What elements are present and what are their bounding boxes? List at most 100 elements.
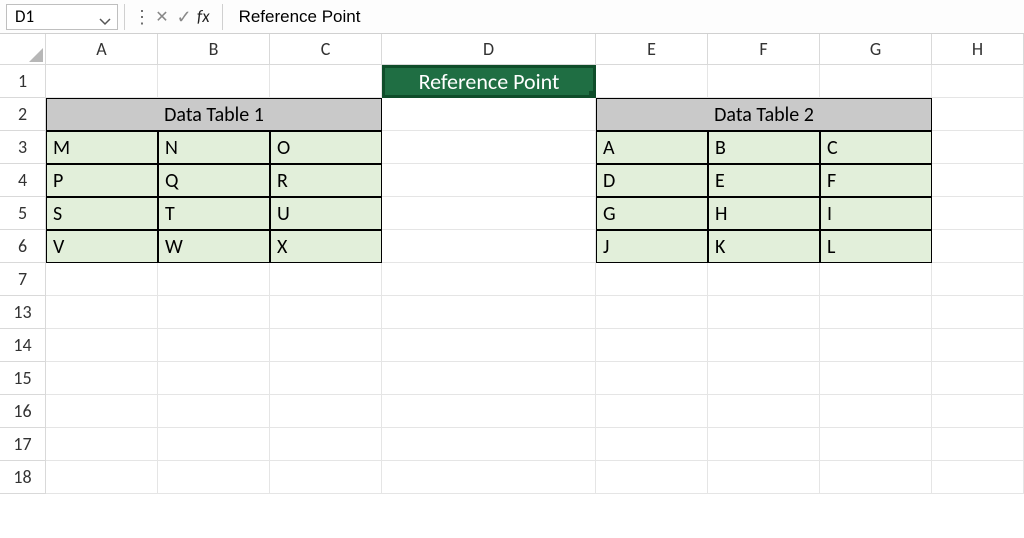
cell-g5[interactable]: I [820, 197, 932, 230]
cell-a4[interactable]: P [46, 164, 158, 197]
cell-f14[interactable] [708, 329, 820, 362]
row-header-14[interactable]: 14 [0, 329, 46, 362]
cell-e6[interactable]: J [596, 230, 708, 263]
cell-b15[interactable] [158, 362, 270, 395]
cell-a5[interactable]: S [46, 197, 158, 230]
row-header-6[interactable]: 6 [0, 230, 46, 263]
cell-a14[interactable] [46, 329, 158, 362]
col-header-d[interactable]: D [382, 34, 596, 64]
cell-d14[interactable] [382, 329, 596, 362]
cell-b17[interactable] [158, 428, 270, 461]
row-header-15[interactable]: 15 [0, 362, 46, 395]
cell-c15[interactable] [270, 362, 382, 395]
col-header-b[interactable]: B [158, 34, 270, 64]
cell-e16[interactable] [596, 395, 708, 428]
cell-f1[interactable] [708, 65, 820, 98]
cell-h7[interactable] [932, 263, 1024, 296]
cell-h17[interactable] [932, 428, 1024, 461]
cell-e7[interactable] [596, 263, 708, 296]
cell-b13[interactable] [158, 296, 270, 329]
cell-e17[interactable] [596, 428, 708, 461]
cell-d13[interactable] [382, 296, 596, 329]
cell-h15[interactable] [932, 362, 1024, 395]
cell-b4[interactable]: Q [158, 164, 270, 197]
col-header-h[interactable]: H [932, 34, 1024, 64]
cell-h1[interactable] [932, 65, 1024, 98]
confirm-edit-icon[interactable]: ✓ [173, 6, 195, 28]
row-header-1[interactable]: 1 [0, 65, 46, 98]
col-header-a[interactable]: A [46, 34, 158, 64]
cell-h14[interactable] [932, 329, 1024, 362]
cell-g18[interactable] [820, 461, 932, 494]
cell-d3[interactable] [382, 131, 596, 164]
cell-a17[interactable] [46, 428, 158, 461]
cell-d15[interactable] [382, 362, 596, 395]
cell-d1[interactable]: Reference Point [382, 65, 596, 98]
fx-label[interactable]: fx [195, 6, 216, 27]
cell-h2[interactable] [932, 98, 1024, 131]
cancel-edit-icon[interactable]: ✕ [151, 7, 173, 27]
cell-b7[interactable] [158, 263, 270, 296]
cell-b3[interactable]: N [158, 131, 270, 164]
row-header-7[interactable]: 7 [0, 263, 46, 296]
cell-g17[interactable] [820, 428, 932, 461]
cell-g3[interactable]: C [820, 131, 932, 164]
row-header-4[interactable]: 4 [0, 164, 46, 197]
col-header-e[interactable]: E [596, 34, 708, 64]
cell-c1[interactable] [270, 65, 382, 98]
cell-e15[interactable] [596, 362, 708, 395]
select-all-triangle[interactable] [0, 34, 46, 64]
cell-g6[interactable]: L [820, 230, 932, 263]
row-header-2[interactable]: 2 [0, 98, 46, 131]
cell-g1[interactable] [820, 65, 932, 98]
cell-a16[interactable] [46, 395, 158, 428]
col-header-c[interactable]: C [270, 34, 382, 64]
cell-f15[interactable] [708, 362, 820, 395]
cell-f6[interactable]: K [708, 230, 820, 263]
cell-h3[interactable] [932, 131, 1024, 164]
more-icon[interactable]: ⋮ [131, 5, 151, 29]
cell-c4[interactable]: R [270, 164, 382, 197]
cell-c3[interactable]: O [270, 131, 382, 164]
cell-h16[interactable] [932, 395, 1024, 428]
cell-f17[interactable] [708, 428, 820, 461]
row-header-13[interactable]: 13 [0, 296, 46, 329]
cell-e14[interactable] [596, 329, 708, 362]
col-header-f[interactable]: F [708, 34, 820, 64]
cell-h13[interactable] [932, 296, 1024, 329]
cell-c5[interactable]: U [270, 197, 382, 230]
cell-e4[interactable]: D [596, 164, 708, 197]
cell-g4[interactable]: F [820, 164, 932, 197]
cell-c18[interactable] [270, 461, 382, 494]
cell-g13[interactable] [820, 296, 932, 329]
cell-h18[interactable] [932, 461, 1024, 494]
cell-g15[interactable] [820, 362, 932, 395]
row-header-18[interactable]: 18 [0, 461, 46, 494]
cell-h6[interactable] [932, 230, 1024, 263]
cell-h5[interactable] [932, 197, 1024, 230]
worksheet[interactable]: A B C D E F G H 1 Reference Point 2 Data… [0, 34, 1024, 494]
cell-d6[interactable] [382, 230, 596, 263]
cell-d5[interactable] [382, 197, 596, 230]
cell-a18[interactable] [46, 461, 158, 494]
table1-header[interactable]: Data Table 1 [46, 98, 382, 131]
cell-g7[interactable] [820, 263, 932, 296]
cell-e5[interactable]: G [596, 197, 708, 230]
cell-e3[interactable]: A [596, 131, 708, 164]
cell-a15[interactable] [46, 362, 158, 395]
cell-b5[interactable]: T [158, 197, 270, 230]
row-header-5[interactable]: 5 [0, 197, 46, 230]
cell-a6[interactable]: V [46, 230, 158, 263]
cell-h4[interactable] [932, 164, 1024, 197]
cell-e13[interactable] [596, 296, 708, 329]
cell-d2[interactable] [382, 98, 596, 131]
cell-f5[interactable]: H [708, 197, 820, 230]
cell-d16[interactable] [382, 395, 596, 428]
cell-b14[interactable] [158, 329, 270, 362]
chevron-down-icon[interactable] [99, 12, 111, 33]
cell-b6[interactable]: W [158, 230, 270, 263]
cell-g16[interactable] [820, 395, 932, 428]
cell-d18[interactable] [382, 461, 596, 494]
cell-b16[interactable] [158, 395, 270, 428]
cell-b18[interactable] [158, 461, 270, 494]
